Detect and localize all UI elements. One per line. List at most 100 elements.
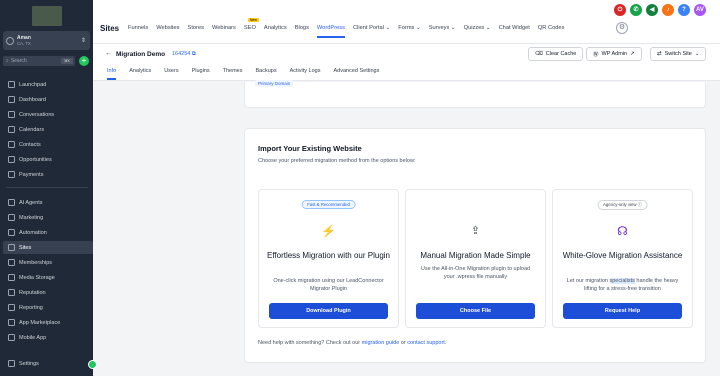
sidebar-item-label: Memberships bbox=[19, 259, 53, 266]
nav-wordpress[interactable]: WordPress bbox=[316, 25, 345, 38]
bell-icon[interactable]: ♪ bbox=[662, 4, 674, 16]
top-nav: Funnels Websites Stores Webinars New SEO … bbox=[128, 18, 565, 38]
tab-plugins[interactable]: Plugins bbox=[192, 68, 210, 74]
sidebar-item-label: Dashboard bbox=[19, 96, 46, 103]
switch-site-button[interactable]: ⇄ Switch Site ⌄ bbox=[650, 47, 707, 61]
sidebar-item-label: Launchpad bbox=[19, 81, 47, 88]
nav-websites[interactable]: Websites bbox=[156, 25, 179, 31]
gear-icon[interactable]: ⚙ bbox=[616, 22, 628, 34]
migration-guide-link[interactable]: migration guide bbox=[362, 340, 400, 346]
desc-highlight: specialists bbox=[609, 278, 635, 284]
option-desc: Use the All-in-One Migration plugin to u… bbox=[420, 266, 531, 280]
nav-quizzes[interactable]: Quizzes ⌄ bbox=[464, 25, 491, 31]
sidebar-divider bbox=[6, 187, 88, 188]
site-name: Migration Demo bbox=[116, 51, 166, 58]
tab-info[interactable]: Info bbox=[107, 68, 117, 80]
contacts-icon bbox=[8, 141, 15, 148]
sidebar-item-label: App Marketplace bbox=[19, 319, 61, 326]
button-label: Switch Site bbox=[664, 51, 692, 57]
sidebar-item-conversations[interactable]: Conversations bbox=[3, 108, 93, 121]
sidebar-item-mobile-app[interactable]: Mobile App bbox=[3, 331, 93, 344]
sidebar-item-opportunities[interactable]: Opportunities bbox=[3, 153, 93, 166]
nav-seo[interactable]: New SEO bbox=[244, 18, 259, 31]
sidebar-item-marketing[interactable]: Marketing bbox=[3, 211, 93, 224]
tab-activity-logs[interactable]: Activity Logs bbox=[290, 68, 321, 74]
sidebar-item-sites[interactable]: Sites bbox=[3, 241, 93, 254]
sidebar-item-ai-agents[interactable]: AI Agents bbox=[3, 196, 93, 209]
launchpad-icon bbox=[8, 81, 15, 88]
sidebar-item-label: Media Storage bbox=[19, 274, 55, 281]
media-icon bbox=[8, 274, 15, 281]
option-manual: ⇪ Manual Migration Made Simple Use the A… bbox=[405, 189, 546, 328]
quick-add-button[interactable]: + bbox=[79, 56, 89, 66]
tab-analytics[interactable]: Analytics bbox=[129, 68, 151, 74]
nav-qr-codes[interactable]: QR Codes bbox=[538, 25, 565, 31]
back-arrow-icon[interactable]: ← bbox=[105, 50, 112, 57]
sidebar-item-label: Payments bbox=[19, 171, 44, 178]
nav-funnels[interactable]: Funnels bbox=[128, 25, 148, 31]
nav-blogs[interactable]: Blogs bbox=[295, 25, 309, 31]
help-end: . bbox=[444, 340, 447, 346]
nav-label: WordPress bbox=[316, 25, 345, 31]
marketplace-icon bbox=[8, 319, 15, 326]
nav-forms[interactable]: Forms ⌄ bbox=[398, 25, 420, 31]
nav-client-portal[interactable]: Client Portal ⌄ bbox=[353, 25, 390, 31]
sidebar-item-app-marketplace[interactable]: App Marketplace bbox=[3, 316, 93, 329]
sidebar-item-payments[interactable]: Payments bbox=[3, 168, 93, 181]
wp-admin-button[interactable]: Ⓦ WP Admin ↗ bbox=[586, 47, 642, 61]
sidebar-item-reporting[interactable]: Reporting bbox=[3, 301, 93, 314]
download-plugin-button[interactable]: Download Plugin bbox=[269, 303, 388, 319]
sidebar-item-calendars[interactable]: Calendars bbox=[3, 123, 93, 136]
mobile-icon bbox=[8, 334, 15, 341]
sidebar-item-launchpad[interactable]: Launchpad bbox=[3, 78, 93, 91]
broom-icon: ⌫ bbox=[535, 51, 543, 57]
nav-chat-widget[interactable]: Chat Widget bbox=[499, 25, 530, 31]
automation-icon bbox=[8, 229, 15, 236]
megaphone-icon[interactable]: ◀ bbox=[646, 4, 658, 16]
tab-themes[interactable]: Themes bbox=[223, 68, 243, 74]
copy-icon: ⧉ bbox=[191, 51, 196, 57]
sidebar-item-label: Sites bbox=[19, 244, 32, 251]
nav-surveys[interactable]: Surveys ⌄ bbox=[429, 25, 456, 31]
sidebar-item-label: Conversations bbox=[19, 111, 55, 118]
sites-icon bbox=[8, 244, 15, 251]
phone-icon[interactable]: ✆ bbox=[630, 4, 642, 16]
site-id[interactable]: 164254 ⧉ bbox=[172, 51, 196, 58]
contact-support-link[interactable]: contact support bbox=[407, 340, 445, 346]
sidebar-item-automation[interactable]: Automation bbox=[3, 226, 93, 239]
tab-advanced-settings[interactable]: Advanced Settings bbox=[333, 68, 379, 74]
choose-file-button[interactable]: Choose File bbox=[416, 303, 535, 319]
option-title: Effortless Migration with our Plugin bbox=[266, 251, 391, 260]
help-icon[interactable]: ? bbox=[678, 4, 690, 16]
tab-backups[interactable]: Backups bbox=[256, 68, 277, 74]
sidebar-item-dashboard[interactable]: Dashboard bbox=[3, 93, 93, 106]
tab-users[interactable]: Users bbox=[164, 68, 178, 74]
headphones-icon: ☊ bbox=[617, 224, 628, 238]
import-subtitle: Choose your preferred migration method f… bbox=[258, 158, 416, 164]
alert-icon[interactable]: ⏻ bbox=[614, 4, 626, 16]
sidebar-item-memberships[interactable]: Memberships bbox=[3, 256, 93, 269]
upload-icon: ⇪ bbox=[470, 225, 481, 237]
sidebar-item-contacts[interactable]: Contacts bbox=[3, 138, 93, 151]
clear-cache-button[interactable]: ⌫ Clear Cache bbox=[528, 47, 584, 61]
lightning-icon: ⚡ bbox=[321, 224, 336, 238]
wordpress-icon: Ⓦ bbox=[593, 52, 599, 58]
request-help-button[interactable]: Request Help bbox=[563, 303, 682, 319]
account-switcher[interactable]: Aman CA, TX ⇕ bbox=[3, 31, 90, 50]
gear-icon bbox=[8, 360, 15, 367]
avatar[interactable]: AV bbox=[694, 4, 706, 16]
sidebar-item-media-storage[interactable]: Media Storage bbox=[3, 271, 93, 284]
account-location: CA, TX bbox=[17, 41, 31, 46]
option-plugin: Fast & Recommended ⚡ Effortless Migratio… bbox=[258, 189, 399, 328]
sidebar-search[interactable]: ⌕ Search ⌘K bbox=[3, 56, 75, 66]
nav-stores[interactable]: Stores bbox=[188, 25, 204, 31]
sidebar-item-reputation[interactable]: Reputation bbox=[3, 286, 93, 299]
nav-webinars[interactable]: Webinars bbox=[212, 25, 236, 31]
payments-icon bbox=[8, 171, 15, 178]
sidebar-item-settings[interactable]: Settings bbox=[3, 357, 93, 370]
site-header: ← Migration Demo 164254 ⧉ ⌫ Clear Cache Ⓦ… bbox=[93, 43, 720, 81]
sidebar-item-label: Reporting bbox=[19, 304, 43, 311]
agency-logo bbox=[32, 6, 62, 26]
active-underline bbox=[316, 36, 345, 38]
nav-analytics[interactable]: Analytics bbox=[264, 25, 287, 31]
